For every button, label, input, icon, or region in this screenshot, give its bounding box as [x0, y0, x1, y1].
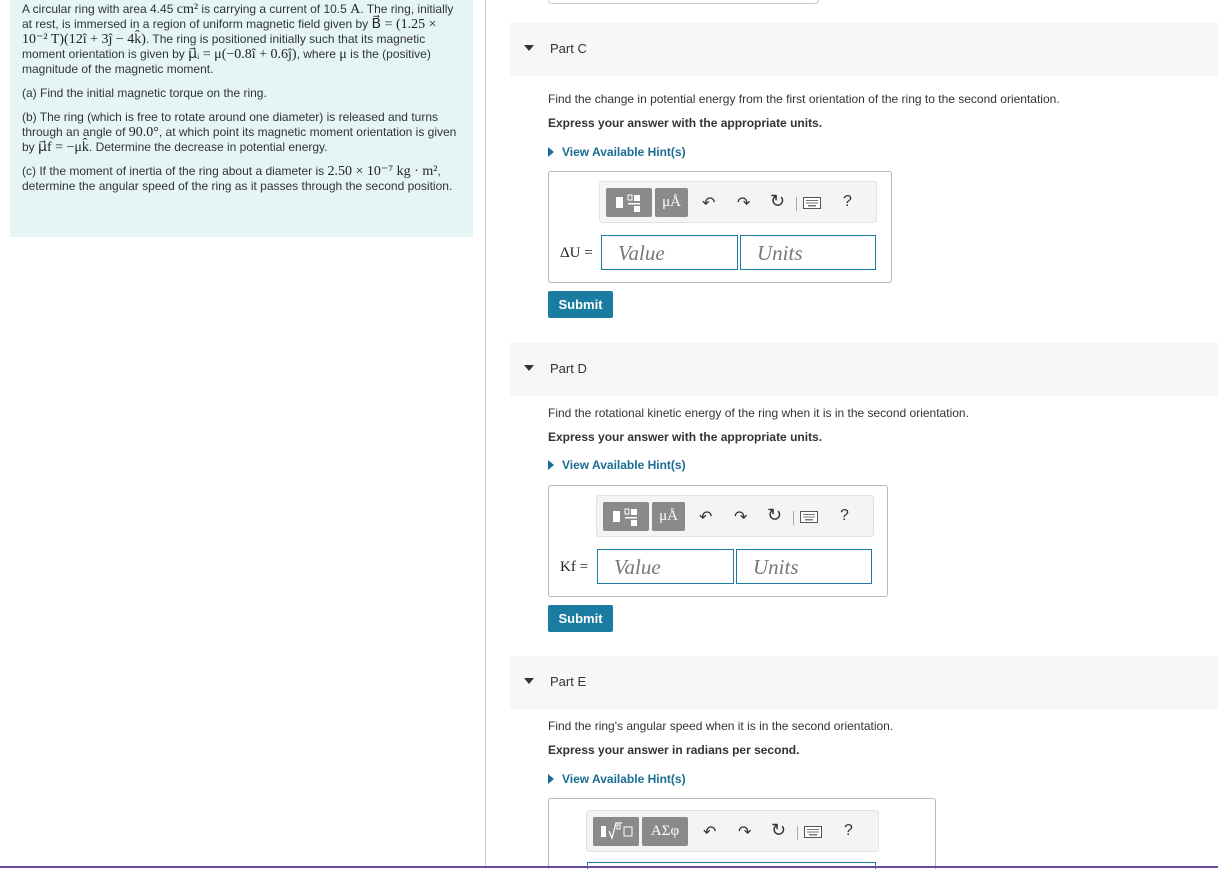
part-e-question: Find the ring's angular speed when it is…: [548, 719, 894, 733]
intro-text: , where: [296, 47, 336, 61]
problem-statement: A circular ring with area 4.45 cm² is ca…: [10, 0, 473, 237]
templates-icon: [616, 194, 640, 212]
area-unit: cm²: [176, 2, 199, 17]
mu-symbol: μ: [339, 47, 347, 62]
keyboard-icon[interactable]: [803, 196, 821, 214]
part-d-hint-link[interactable]: View Available Hint(s): [548, 458, 686, 472]
collapse-caret-icon[interactable]: [524, 365, 534, 371]
part-e-answer-box: ΑΣφ ↶ ↷ ↻ ?: [548, 798, 936, 869]
value-input[interactable]: Value: [601, 235, 738, 270]
math-toolbar: ΑΣφ ↶ ↷ ↻ ?: [586, 810, 879, 852]
part-e-header[interactable]: Part E: [510, 656, 1218, 709]
part-e-instruction: Express your answer in radians per secon…: [548, 743, 800, 757]
moment-of-inertia: 2.50 × 10⁻⁷ kg · m²: [327, 164, 438, 179]
initial-moment-equation: μ⃗ᵢ = μ(−0.8î + 0.6ĵ): [188, 47, 297, 62]
collapse-caret-icon[interactable]: [524, 45, 534, 51]
rotation-angle: 90.0°: [128, 125, 159, 140]
part-c-hint-link[interactable]: View Available Hint(s): [548, 145, 686, 159]
templates-button[interactable]: [603, 502, 649, 531]
units-input[interactable]: Units: [736, 549, 872, 584]
undo-icon[interactable]: ↶: [702, 193, 715, 213]
templates-button[interactable]: [606, 188, 652, 217]
previous-answer-box: [548, 0, 819, 4]
expand-triangle-icon: [548, 774, 554, 784]
radical-templates-button[interactable]: [593, 817, 639, 846]
undo-icon[interactable]: ↶: [703, 822, 716, 842]
collapse-caret-icon[interactable]: [524, 678, 534, 684]
undo-icon[interactable]: ↶: [699, 507, 712, 527]
value-input[interactable]: Value: [597, 549, 734, 584]
problem-part-c: (c) If the moment of inertia of the ring…: [22, 164, 461, 194]
expand-triangle-icon: [548, 147, 554, 157]
part-c-question: Find the change in potential energy from…: [548, 92, 1060, 106]
part-d-submit-button[interactable]: Submit: [548, 605, 613, 632]
delta-u-label: ΔU =: [560, 245, 593, 261]
problem-part-b: (b) The ring (which is free to rotate ar…: [22, 110, 461, 155]
part-e-title: Part E: [550, 674, 587, 689]
keyboard-icon[interactable]: [800, 510, 818, 528]
intro-text: A circular ring with area 4.45: [22, 2, 174, 16]
part-c-title: Part C: [550, 41, 587, 56]
kf-label: Kf =: [560, 559, 589, 575]
reset-icon[interactable]: ↻: [767, 505, 782, 526]
templates-icon: [613, 508, 637, 526]
panel-divider: [485, 0, 486, 869]
problem-intro: A circular ring with area 4.45 cm² is ca…: [22, 2, 461, 77]
reset-icon[interactable]: ↻: [770, 191, 785, 212]
hint-label: View Available Hint(s): [562, 145, 686, 159]
toolbar-separator: [797, 826, 798, 840]
part-d-instruction: Express your answer with the appropriate…: [548, 430, 823, 444]
keyboard-icon[interactable]: [804, 825, 822, 843]
part-c-header[interactable]: Part C: [510, 23, 1218, 76]
toolbar-separator: [793, 511, 794, 525]
part-c-text: (c) If the moment of inertia of the ring…: [22, 164, 325, 178]
part-d-question: Find the rotational kinetic energy of th…: [548, 406, 969, 420]
greek-symbols-button[interactable]: ΑΣφ: [642, 817, 688, 846]
expand-triangle-icon: [548, 460, 554, 470]
part-d-header[interactable]: Part D: [510, 343, 1218, 396]
units-button[interactable]: μÅ: [655, 188, 688, 217]
final-moment-equation: μ⃗f = −μk̂: [38, 140, 89, 155]
math-toolbar: μÅ ↶ ↷ ↻ ?: [596, 495, 874, 537]
part-c-instruction: Express your answer with the appropriate…: [548, 116, 823, 130]
templates-icon: [601, 822, 633, 840]
help-icon[interactable]: ?: [844, 822, 853, 840]
redo-icon[interactable]: ↷: [737, 193, 750, 213]
redo-icon[interactable]: ↷: [738, 822, 751, 842]
intro-text: is carrying a current of 10.5: [201, 2, 347, 16]
math-toolbar: μÅ ↶ ↷ ↻ ?: [599, 181, 877, 223]
reset-icon[interactable]: ↻: [771, 820, 786, 841]
help-icon[interactable]: ?: [840, 507, 849, 525]
problem-part-a: (a) Find the initial magnetic torque on …: [22, 86, 267, 100]
part-b-text: . Determine the decrease in potential en…: [88, 140, 328, 154]
units-input[interactable]: Units: [740, 235, 876, 270]
part-c-submit-button[interactable]: Submit: [548, 291, 613, 318]
part-d-title: Part D: [550, 361, 587, 376]
part-d-answer-box: μÅ ↶ ↷ ↻ ? Kf = Value Units: [548, 485, 888, 597]
hint-label: View Available Hint(s): [562, 772, 686, 786]
help-icon[interactable]: ?: [843, 193, 852, 211]
part-c-answer-box: μÅ ↶ ↷ ↻ ? ΔU = Value Units: [548, 171, 892, 283]
units-button[interactable]: μÅ: [652, 502, 685, 531]
bottom-rule: [0, 866, 1218, 868]
toolbar-separator: [796, 197, 797, 211]
current-unit: A: [350, 2, 361, 17]
hint-label: View Available Hint(s): [562, 458, 686, 472]
part-e-hint-link[interactable]: View Available Hint(s): [548, 772, 686, 786]
redo-icon[interactable]: ↷: [734, 507, 747, 527]
